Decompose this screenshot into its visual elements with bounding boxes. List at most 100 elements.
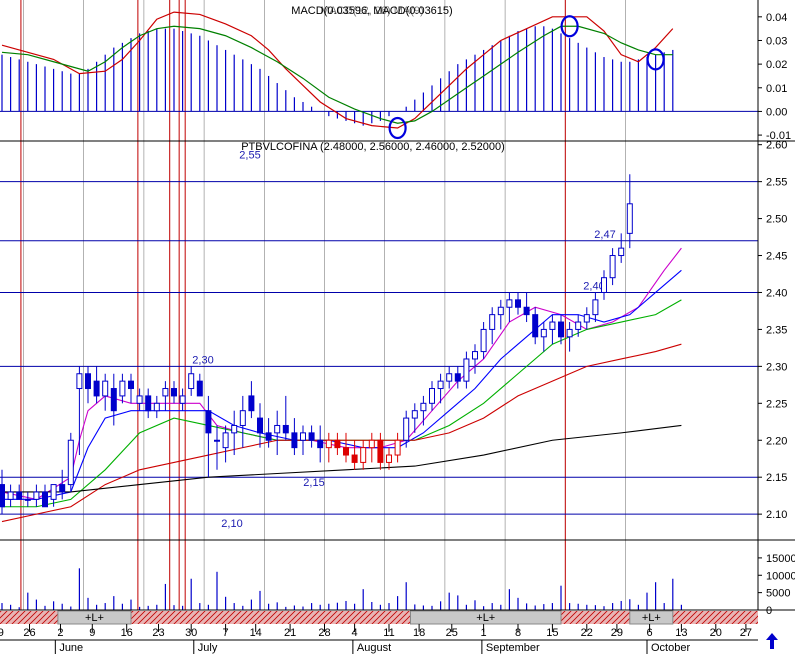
volume-panel [1,568,683,610]
candle-body [515,299,521,308]
day-tick-label: 9 [89,627,95,639]
day-tick-label: 13 [675,627,687,639]
ma_fast-line [1,247,682,500]
day-tick-label: 14 [250,627,262,639]
axes: 0.040.030.020.010.00-0.012.602.552.502.4… [0,0,795,617]
price-tick-label: 2.60 [766,140,787,152]
candle-body [76,373,83,390]
candle-body [33,491,40,500]
candle-body [42,491,48,508]
candle-body [454,373,461,382]
candle-body [291,432,298,449]
candle-body [119,380,126,397]
candle-body [558,321,564,338]
candle-body [265,432,272,441]
candle-body [248,395,255,412]
price-title: PTBVLCOFINA (2.48000, 2.56000, 2.46000, … [241,141,505,153]
price-panel: 2,552,472,402,302,152,10 [0,150,758,530]
price-tick-label: 2.10 [766,509,787,521]
price-tick-label: 2.15 [766,472,787,484]
month-label: August [357,642,391,654]
price-tick-label: 2.30 [766,361,787,373]
macd-tick-label: 0.00 [766,106,787,118]
candle-body [446,373,453,382]
candle-body [618,247,625,257]
candle-body [308,432,315,441]
candle-body [153,402,160,412]
price-tick-label: 2.45 [766,251,787,263]
candle-body [93,380,100,397]
candle-body [102,380,109,397]
day-tick-label: 2 [57,627,63,639]
candle-body [231,424,238,434]
candle-body [480,328,487,353]
candle-body [171,388,177,397]
candle-body [214,439,220,442]
candle-body [274,424,281,434]
price-tick-label: 2.25 [766,398,787,410]
candle-body [368,439,375,449]
candle-body [609,255,616,279]
band-label: +L+ [85,612,104,624]
candle-body [532,314,539,338]
candle-body [205,410,212,434]
candle-body [601,277,607,293]
day-tick-label: 20 [710,627,722,639]
day-tick-label: 6 [647,627,653,639]
candle-body [386,454,392,463]
candle-body [24,498,31,501]
candle-body [300,432,306,441]
volume-tick-label: 5000 [766,588,790,600]
candle-body [188,373,195,390]
candle-body [196,380,203,397]
band-label: +L+ [476,612,495,624]
volume-tick-label: 15000 [766,553,795,565]
candle-body [360,447,367,463]
day-tick-label: 18 [413,627,425,639]
candle-body [626,203,633,234]
candle-body [540,328,547,338]
candle-body [523,306,530,316]
day-tick-label: 4 [352,627,358,639]
price-tick-label: 2.35 [766,324,787,336]
day-tick-label: 21 [284,627,296,639]
candle-body [145,395,152,412]
candle-body [85,373,91,390]
month-label: June [59,642,83,654]
candle-body [343,447,349,456]
day-tick-label: 30 [185,627,197,639]
macd-tick-label: 0.03 [766,35,787,47]
day-tick-label: 22 [581,627,593,639]
candle-body [67,439,74,486]
candle-body [420,402,427,412]
level-label: 2,10 [221,518,242,530]
day-tick-label: 26 [23,627,35,639]
day-tick-label: 29 [611,627,623,639]
arrow-up-icon[interactable] [764,632,780,650]
ma_slow-line [2,299,682,508]
macd-tick-label: 0.04 [766,12,787,24]
ma_long-line [1,343,682,523]
candle-body [472,351,478,360]
candle-body [429,388,435,404]
stock-chart: 2,55 2,47 2,40 2,30 2,15 2,10 0.04 0.03 0.02 0.0… [0,0,795,654]
month-label: July [198,642,218,654]
candle-body [128,380,134,390]
volume-tick-label: 10000 [766,570,795,582]
candle-body [257,417,263,434]
day-tick-label: 28 [318,627,330,639]
month-label: September [486,642,540,654]
macd-tick-label: 0.01 [766,83,787,95]
price-tick-label: 2.40 [766,287,787,299]
ma_very_long-line [2,424,682,493]
macd-line [1,11,674,129]
candle-body [583,314,590,323]
day-tick-label: 23 [152,627,164,639]
candle-body [59,484,66,493]
price-tick-label: 2.50 [766,214,787,226]
band-label: +L+ [642,612,661,624]
signal-line [1,25,673,124]
price-tick-label: 2.55 [766,177,787,189]
time-axis: +L++L++L+1926291623307142128411182518152… [0,610,758,654]
day-tick-label: 19 [0,627,4,639]
